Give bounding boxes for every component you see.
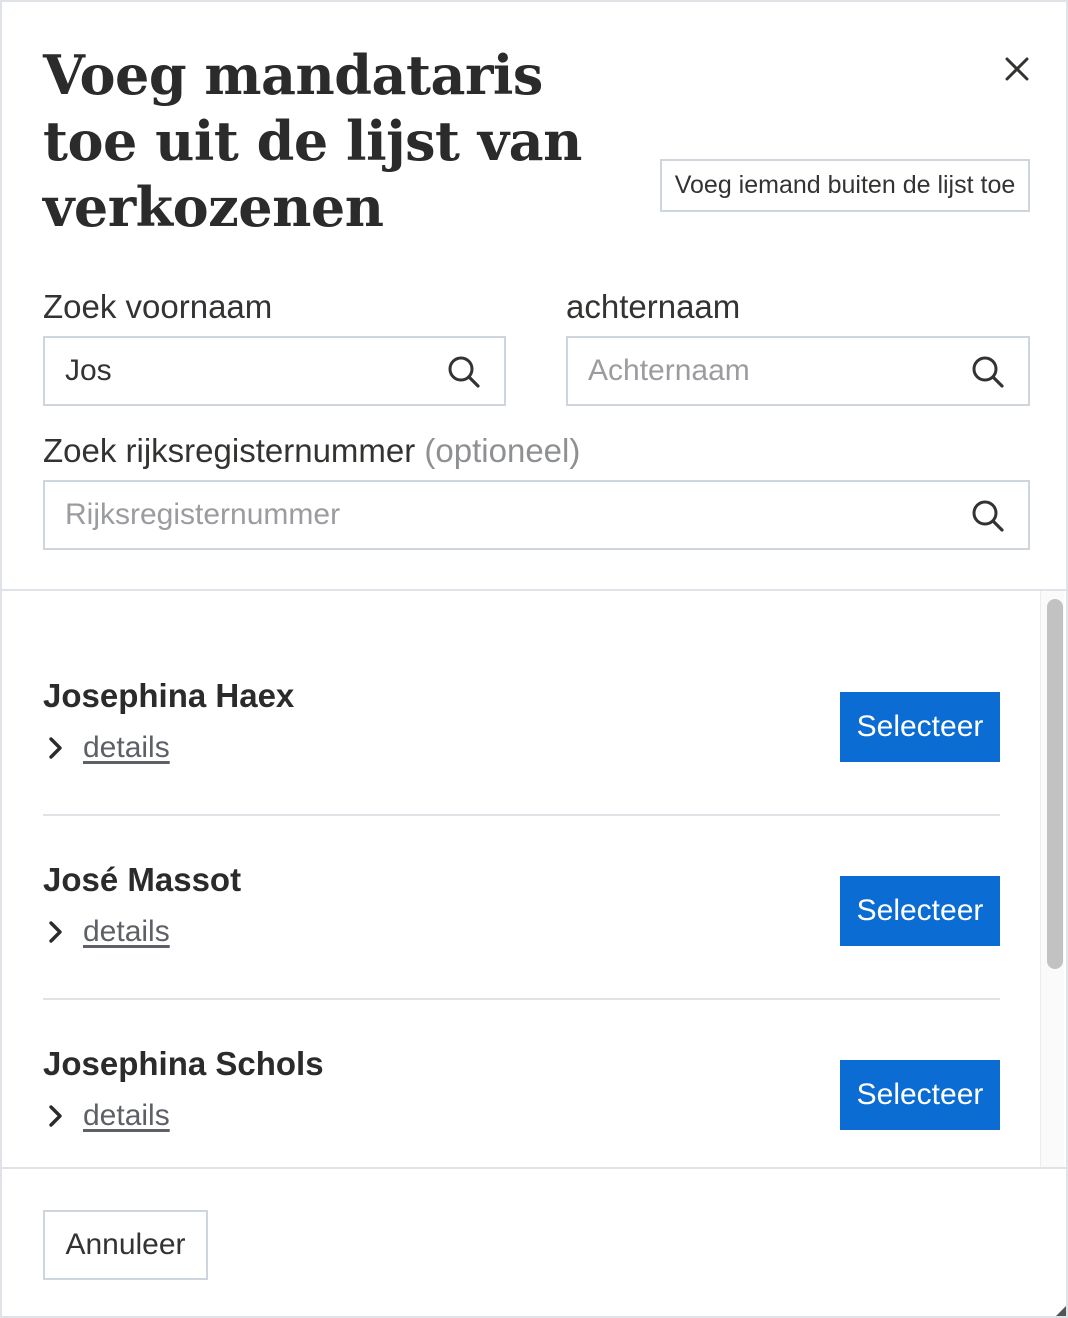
details-toggle[interactable]: details	[43, 1099, 170, 1133]
details-toggle[interactable]: details	[43, 731, 170, 765]
result-name: Josephina Haex	[43, 677, 295, 714]
select-button[interactable]: Selecteer	[840, 692, 1000, 762]
search-icon[interactable]	[970, 354, 1006, 390]
chevron-right-icon	[49, 1105, 62, 1127]
list-item: José Massot details Selecteer	[43, 775, 1000, 959]
details-link[interactable]: details	[83, 915, 170, 949]
rrn-label-text: Zoek rijksregisternummer	[43, 432, 416, 469]
close-icon	[1005, 57, 1029, 81]
rrn-input[interactable]	[45, 482, 1028, 548]
details-link[interactable]: details	[83, 731, 170, 765]
result-name: Josephina Schols	[43, 1045, 324, 1082]
rrn-optional-hint: (optioneel)	[424, 432, 581, 469]
chevron-right-icon	[49, 737, 62, 759]
firstname-input[interactable]	[45, 338, 504, 404]
add-outside-list-button[interactable]: Voeg iemand buiten de lijst toe	[660, 159, 1030, 212]
list-item: Josephina Schols details Selecteer	[43, 959, 1000, 1143]
result-name: José Massot	[43, 861, 242, 898]
results-scrollbar-thumb[interactable]	[1047, 599, 1063, 969]
lastname-label: achternaam	[566, 288, 741, 325]
details-toggle[interactable]: details	[43, 915, 170, 949]
rrn-field	[43, 480, 1030, 550]
dialog-title: Voeg mandataris toe uit de lijst van ver…	[43, 43, 582, 239]
close-button[interactable]	[996, 48, 1038, 90]
firstname-label: Zoek voornaam	[43, 288, 273, 325]
results-list: Josephina Haex details Selecteer José Ma…	[2, 591, 1066, 1168]
details-link[interactable]: details	[83, 1099, 170, 1133]
select-button[interactable]: Selecteer	[840, 876, 1000, 946]
add-mandatary-dialog: Voeg mandataris toe uit de lijst van ver…	[0, 0, 1068, 1318]
firstname-field	[43, 336, 506, 406]
chevron-right-icon	[49, 921, 62, 943]
search-icon[interactable]	[446, 354, 482, 390]
footer-divider	[2, 1167, 1066, 1169]
rrn-label: Zoek rijksregisternummer (optioneel)	[43, 432, 580, 470]
list-item: Josephina Haex details Selecteer	[43, 591, 1000, 775]
cancel-button[interactable]: Annuleer	[43, 1210, 208, 1280]
resize-handle-icon[interactable]	[1056, 1306, 1066, 1316]
search-icon[interactable]	[970, 498, 1006, 534]
select-button[interactable]: Selecteer	[840, 1060, 1000, 1130]
lastname-field	[566, 336, 1030, 406]
lastname-input[interactable]	[568, 338, 1028, 404]
